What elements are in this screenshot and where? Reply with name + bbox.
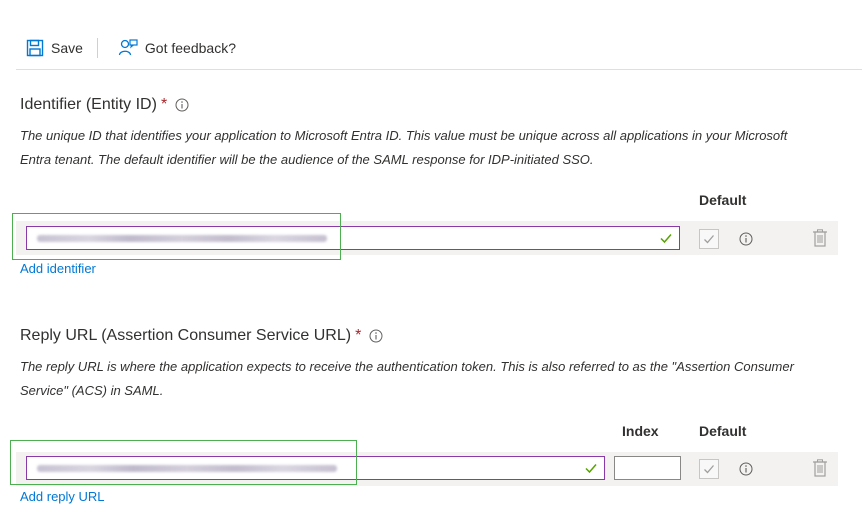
- identifier-section-title: Identifier (Entity ID) *: [20, 96, 189, 114]
- check-icon: [704, 235, 714, 244]
- check-icon: [659, 231, 673, 250]
- add-identifier-link[interactable]: Add identifier: [20, 261, 96, 276]
- reply-url-default-header: Default: [699, 423, 747, 439]
- highlight-box: [12, 213, 341, 260]
- reply-url-description: The reply URL is where the application e…: [20, 359, 794, 398]
- identifier-default-header: Default: [699, 192, 747, 208]
- add-reply-url-link[interactable]: Add reply URL: [20, 489, 105, 504]
- save-label: Save: [51, 40, 83, 56]
- feedback-icon: [118, 39, 138, 56]
- reply-url-default-checkbox[interactable]: [699, 459, 719, 479]
- reply-url-title: Reply URL (Assertion Consumer Service UR…: [20, 327, 352, 344]
- feedback-label: Got feedback?: [144, 40, 236, 56]
- reply-url-index-header: Index: [622, 423, 659, 439]
- info-icon[interactable]: [369, 329, 383, 343]
- highlight-box: [10, 440, 357, 485]
- command-bar: Save Got feedback?: [16, 34, 862, 70]
- save-icon: [26, 39, 44, 57]
- required-indicator: *: [355, 327, 362, 344]
- identifier-description: The unique ID that identifies your appli…: [20, 128, 788, 167]
- info-icon[interactable]: [175, 98, 189, 112]
- reply-url-index-input[interactable]: [614, 456, 681, 480]
- reply-url-section-title: Reply URL (Assertion Consumer Service UR…: [20, 327, 383, 345]
- info-icon[interactable]: [739, 232, 753, 251]
- identifier-default-checkbox[interactable]: [699, 229, 719, 249]
- check-icon: [584, 461, 598, 480]
- save-button[interactable]: Save: [16, 34, 87, 62]
- required-indicator: *: [160, 96, 168, 113]
- toolbar-separator: [96, 38, 98, 58]
- check-icon: [704, 465, 714, 474]
- feedback-button[interactable]: Got feedback?: [108, 34, 240, 62]
- info-icon[interactable]: [739, 462, 753, 481]
- identifier-title: Identifier (Entity ID): [20, 96, 157, 113]
- trash-icon[interactable]: [812, 459, 828, 482]
- trash-icon[interactable]: [812, 229, 828, 252]
